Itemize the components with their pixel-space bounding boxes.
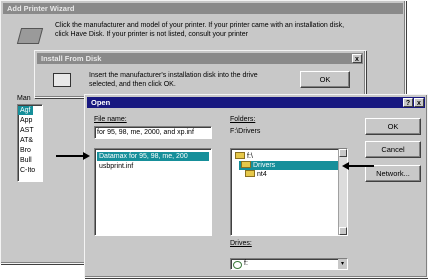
wizard-title-bar: Add Printer Wizard <box>3 3 403 14</box>
install-close-button[interactable]: x <box>352 54 362 63</box>
install-from-disk-dialog: Install From Disk x Insert the manufactu… <box>34 50 366 98</box>
drive-icon <box>233 261 242 269</box>
open-folder-icon <box>241 160 251 168</box>
scroll-down-button[interactable] <box>339 227 347 235</box>
arrow-pointing-to-file <box>56 152 90 160</box>
drive-value: f: <box>244 260 248 267</box>
file-list[interactable]: Datamax for 95, 98, me, 200 usbprint.inf <box>94 148 212 236</box>
printer-icon <box>16 28 44 44</box>
drives-label: Drives: <box>230 240 252 247</box>
network-button[interactable]: Network... <box>365 165 421 182</box>
file-name-label: File name: <box>94 116 127 123</box>
wizard-title: Add Printer Wizard <box>7 4 75 13</box>
folder-tree[interactable]: f:\ Drivers nt4 <box>230 148 348 236</box>
manufacturers-list[interactable]: Agf App AST AT& Bro Bull C-Ito <box>17 104 43 182</box>
file-item-selected[interactable]: Datamax for 95, 98, me, 200 <box>97 152 209 161</box>
manufacturer-item[interactable]: App <box>18 116 34 125</box>
folders-label: Folders: <box>230 116 256 123</box>
file-name-value: for 95, 98, me, 2000, and xp.inf <box>97 129 194 136</box>
folder-item-root[interactable]: f:\ <box>233 151 255 161</box>
open-dialog: Open ? x File name: for 95, 98, me, 2000… <box>84 94 428 278</box>
install-ok-button[interactable]: OK <box>300 71 350 88</box>
arrow-pointing-to-folder <box>342 162 374 170</box>
manufacturer-item[interactable]: Bull <box>18 156 34 165</box>
open-title-bar: Open ? x <box>87 97 425 108</box>
chevron-down-icon[interactable]: ▾ <box>338 259 347 269</box>
file-item[interactable]: usbprint.inf <box>97 162 135 171</box>
folder-label: nt4 <box>257 171 267 178</box>
open-folder-icon <box>235 151 245 159</box>
manufacturer-item[interactable]: Bro <box>18 146 33 155</box>
help-button[interactable]: ? <box>403 98 413 107</box>
manufacturer-item[interactable]: C-Ito <box>18 166 37 175</box>
manufacturers-label: Man <box>17 95 31 102</box>
folder-label: Drivers <box>253 162 276 169</box>
file-name-input[interactable]: for 95, 98, me, 2000, and xp.inf <box>94 126 212 139</box>
manufacturer-item[interactable]: Agf <box>18 106 33 115</box>
install-message: Insert the manufacturer's installation d… <box>89 72 258 88</box>
wizard-instructions: Click the manufacturer and model of your… <box>55 22 345 38</box>
folder-item[interactable]: nt4 <box>243 169 269 179</box>
install-title-bar: Install From Disk x <box>37 53 363 64</box>
manufacturer-item[interactable]: AST <box>18 126 36 135</box>
scroll-up-button[interactable] <box>339 149 347 157</box>
install-title: Install From Disk <box>41 54 102 63</box>
disk-drive-icon <box>53 73 71 87</box>
current-path: F:\Drivers <box>230 128 261 135</box>
drives-select[interactable]: f: ▾ <box>230 258 348 270</box>
open-title: Open <box>91 98 111 107</box>
open-ok-button[interactable]: OK <box>365 118 421 135</box>
open-close-button[interactable]: x <box>414 98 424 107</box>
folder-item-selected[interactable]: Drivers <box>239 160 339 170</box>
folder-icon <box>245 169 255 177</box>
folder-label: f:\ <box>247 153 253 160</box>
manufacturer-item[interactable]: AT& <box>18 136 35 145</box>
cancel-button[interactable]: Cancel <box>365 141 421 158</box>
